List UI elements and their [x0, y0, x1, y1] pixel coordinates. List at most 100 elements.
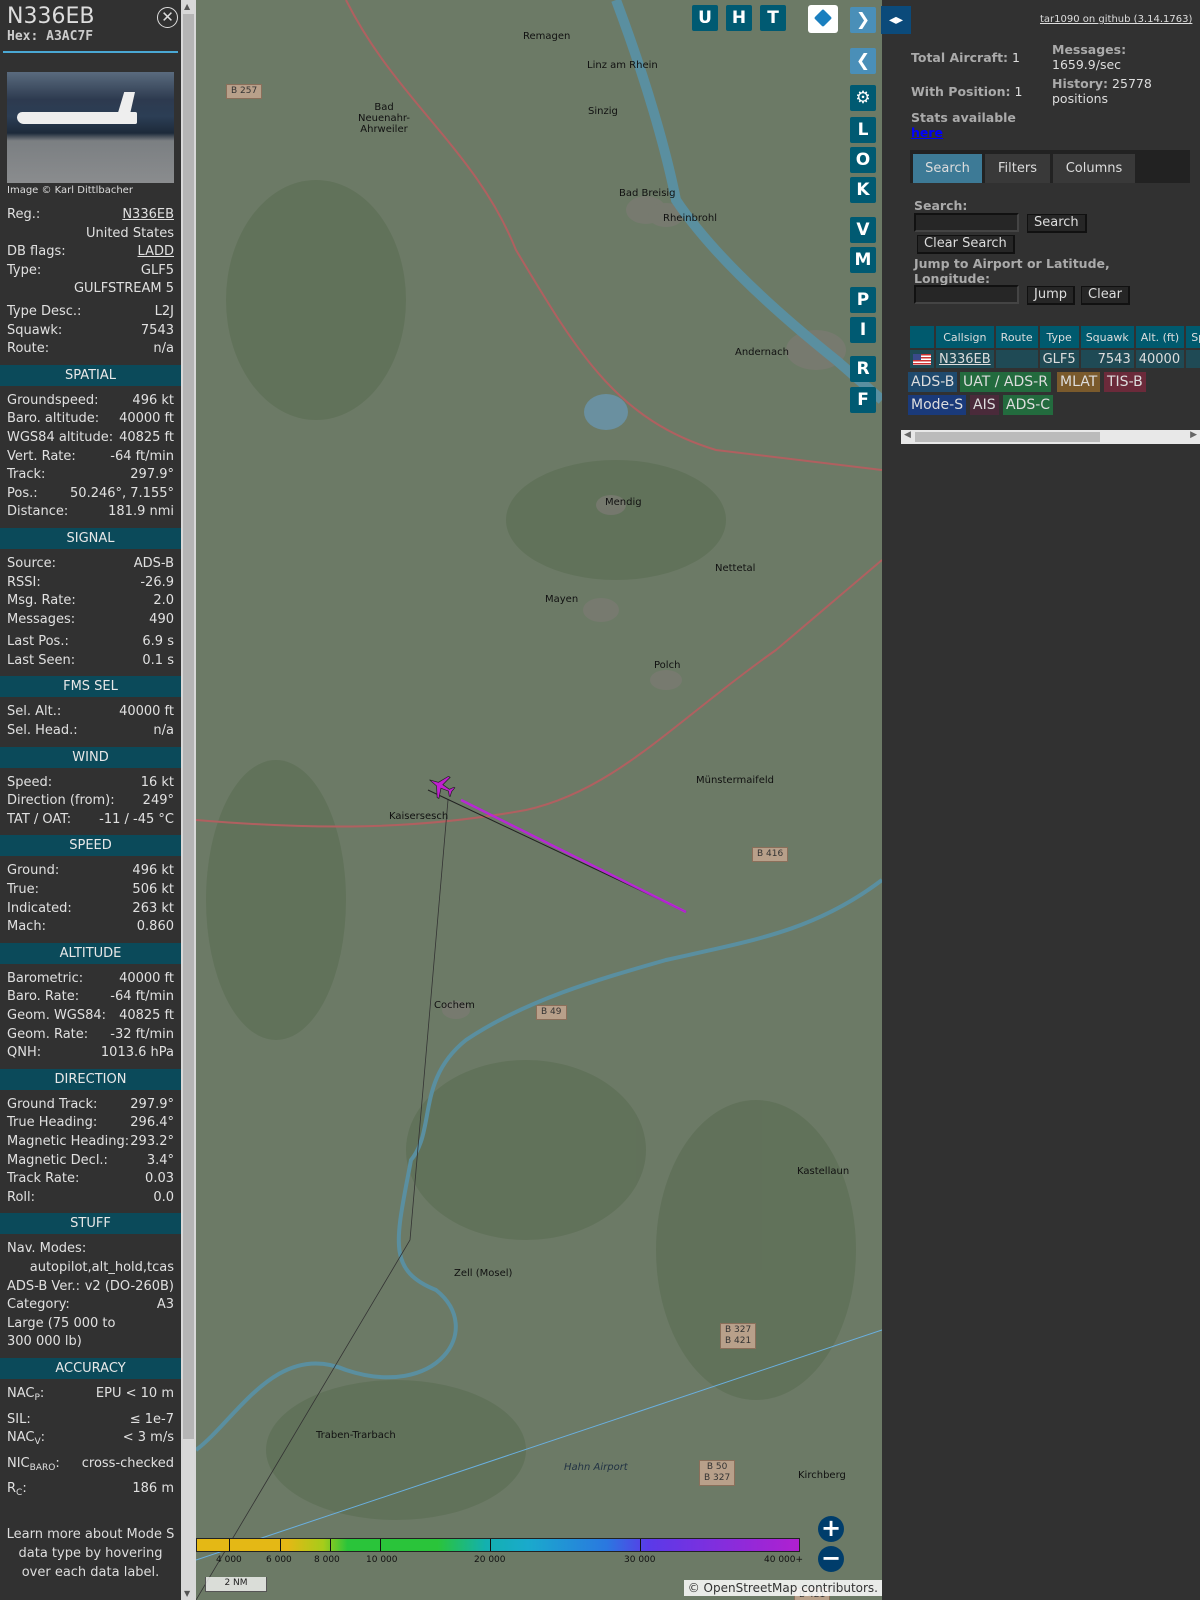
tab-filters[interactable]: Filters: [985, 154, 1050, 183]
detail-label: True Heading:: [7, 1115, 98, 1131]
detail-value: 490: [149, 611, 174, 627]
close-icon[interactable]: ✕: [161, 8, 174, 26]
map-toggle-f[interactable]: F: [850, 387, 876, 413]
detail-label: WGS84 altitude:: [7, 429, 114, 445]
detail-panel-scrollbar[interactable]: ▲ ▼: [181, 0, 196, 1600]
layers-icon[interactable]: [813, 8, 833, 28]
column-header-spd[interactable]: Spd.: [1186, 326, 1200, 348]
detail-label: Indicated:: [7, 900, 72, 916]
detail-row: Groundspeed: 496 kt: [0, 392, 181, 411]
source-filter-modes[interactable]: Mode-S: [908, 395, 967, 415]
map-toggle-p[interactable]: P: [850, 287, 876, 313]
detail-row: Last Seen: 0.1 s: [0, 652, 181, 671]
detail-value: 2.0: [153, 593, 174, 609]
aircraft-photo[interactable]: [7, 72, 174, 183]
nic-baro-row: NICBARO: cross-checked: [7, 1455, 174, 1473]
detail-link[interactable]: LADD: [138, 243, 174, 262]
detail-label: Sel. Head.:: [7, 723, 78, 739]
search-button[interactable]: Search: [1027, 214, 1087, 233]
map[interactable]: Remagen Linz am Rhein Bad Neuenahr-Ahrweil…: [196, 0, 882, 1600]
column-header-type[interactable]: Type: [1039, 326, 1079, 348]
column-header-flag[interactable]: [910, 326, 934, 348]
town-label: Andernach: [735, 347, 789, 358]
map-toggle-l[interactable]: L: [850, 117, 876, 143]
detail-label: Geom. Rate:: [7, 1026, 89, 1042]
source-filter-uatadsr[interactable]: UAT / ADS-R: [960, 372, 1051, 392]
section-header-direction: DIRECTION: [0, 1068, 181, 1090]
osm-link[interactable]: OpenStreetMap: [704, 1581, 798, 1595]
town-label: Kaisersesch: [389, 811, 449, 822]
town-label: Mayen: [545, 594, 579, 605]
source-filter-adsb[interactable]: ADS-B: [908, 372, 958, 392]
detail-value: ADS-B: [133, 555, 174, 571]
detail-row: Msg. Rate: 2.0: [0, 592, 181, 611]
detail-value: 496 kt: [132, 863, 174, 879]
map-toggle-m[interactable]: M: [850, 247, 876, 273]
detail-row: autopilot,alt_hold,tcas: [0, 1259, 181, 1278]
town-label: Zell (Mosel): [454, 1268, 513, 1279]
detail-row: Track: 297.9°: [0, 466, 181, 485]
map-toggle-t[interactable]: T: [760, 5, 786, 31]
clear-jump-button[interactable]: Clear: [1081, 286, 1130, 305]
detail-value: 40000 ft: [119, 704, 174, 720]
map-toggle-o[interactable]: O: [850, 147, 876, 173]
image-credit: Image © Karl Dittlbacher: [7, 185, 133, 196]
map-toggle-i[interactable]: I: [850, 317, 876, 343]
column-header-callsign[interactable]: Callsign: [936, 326, 994, 348]
source-filter-ais[interactable]: AIS: [970, 395, 999, 415]
detail-label: Last Seen:: [7, 652, 76, 668]
detail-row: United States: [0, 225, 181, 244]
source-filter-mlat[interactable]: MLAT: [1057, 372, 1101, 392]
detail-value: 496 kt: [132, 392, 174, 408]
map-toggle-r[interactable]: R: [850, 356, 876, 382]
detail-value: -64 ft/min: [110, 448, 174, 464]
github-link[interactable]: tar1090 on github (3.14.1763): [1040, 14, 1192, 25]
toggle-sidebar-button[interactable]: ◂▸: [881, 6, 911, 34]
detail-label: Roll:: [7, 1189, 36, 1205]
jump-input[interactable]: [914, 285, 1019, 304]
legend-tick-label: 20 000: [474, 1555, 506, 1565]
map-toggle-k[interactable]: K: [850, 177, 876, 203]
source-filter-adsc[interactable]: ADS-C: [1003, 395, 1054, 415]
town-label: Kirchberg: [798, 1470, 846, 1481]
collapse-sidebar-button[interactable]: ❮: [850, 48, 876, 74]
detail-row: Baro. altitude: 40000 ft: [0, 410, 181, 429]
tab-search[interactable]: Search: [913, 154, 982, 183]
detail-value: n/a: [153, 341, 174, 357]
search-input[interactable]: [914, 213, 1019, 232]
layers-button[interactable]: [808, 5, 838, 33]
detail-link[interactable]: N336EB: [122, 206, 174, 225]
detail-row: DB flags: LADD: [0, 243, 181, 262]
detail-row: Track Rate: 0.03: [0, 1170, 181, 1189]
column-header-squawk[interactable]: Squawk: [1080, 326, 1134, 348]
map-toggle-u[interactable]: U: [692, 5, 718, 31]
expand-sidebar-button[interactable]: ❯: [850, 7, 876, 33]
column-header-route[interactable]: Route: [995, 326, 1038, 348]
detail-row: Type Desc.: L2J: [0, 303, 181, 322]
clear-search-button[interactable]: Clear Search: [917, 235, 1015, 254]
section-header-stuff: STUFF: [0, 1213, 181, 1235]
map-toggle-v[interactable]: V: [850, 217, 876, 243]
detail-value: 16 kt: [140, 774, 174, 790]
map-toggle-h[interactable]: H: [726, 5, 752, 31]
table-horizontal-scrollbar[interactable]: ◀ ▶: [901, 430, 1200, 444]
detail-label: Nav. Modes:: [7, 1241, 87, 1257]
settings-button[interactable]: ⚙: [850, 85, 876, 111]
detail-row: Nav. Modes:: [0, 1240, 181, 1259]
jump-button[interactable]: Jump: [1027, 286, 1075, 305]
callsign-cell[interactable]: N336EB: [936, 350, 994, 368]
column-header-altft[interactable]: Alt. (ft): [1135, 326, 1185, 348]
zoom-out-button[interactable]: −: [818, 1546, 844, 1572]
tab-columns[interactable]: Columns: [1053, 154, 1135, 183]
detail-label: Groundspeed:: [7, 392, 99, 408]
stats-link[interactable]: here: [911, 125, 943, 140]
source-filter-tisb[interactable]: TIS-B: [1104, 372, 1146, 392]
legend-tick-label: 30 000: [624, 1555, 656, 1565]
detail-value: 249°: [142, 793, 174, 809]
close-detail-button[interactable]: ✕: [157, 7, 178, 28]
detail-value: 506 kt: [132, 882, 174, 898]
zoom-in-button[interactable]: +: [818, 1516, 844, 1542]
detail-row: Speed: 16 kt: [0, 774, 181, 793]
table-row[interactable]: N336EB GLF5 7543 40000: [910, 350, 1200, 368]
section-header-spatial: SPATIAL: [0, 364, 181, 386]
